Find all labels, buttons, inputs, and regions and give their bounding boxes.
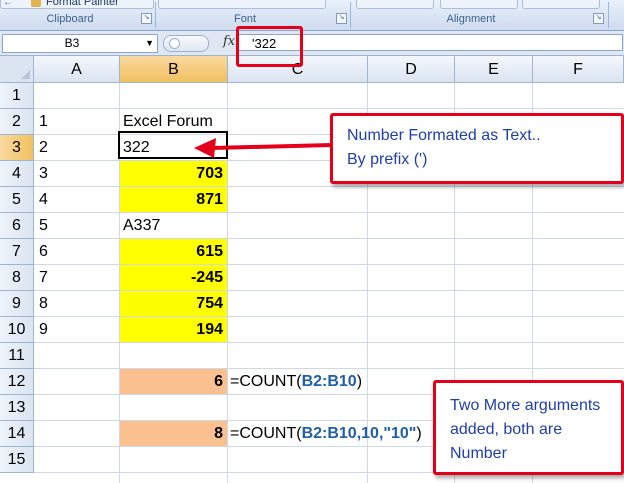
callout-line: added, both are [450,421,563,438]
arrow-shaft [211,143,333,150]
callout-line: Number [450,445,507,462]
callout-more-arguments: Two More arguments added, both are Numbe… [433,380,624,475]
callout-line: By prefix (') [347,151,428,168]
callout-text-format: Number Formated as Text.. By prefix (') [330,113,624,184]
arrow-head-icon [194,138,216,158]
callout-line: Two More arguments [450,397,601,414]
callout-line: Number Formated as Text.. [347,127,541,144]
